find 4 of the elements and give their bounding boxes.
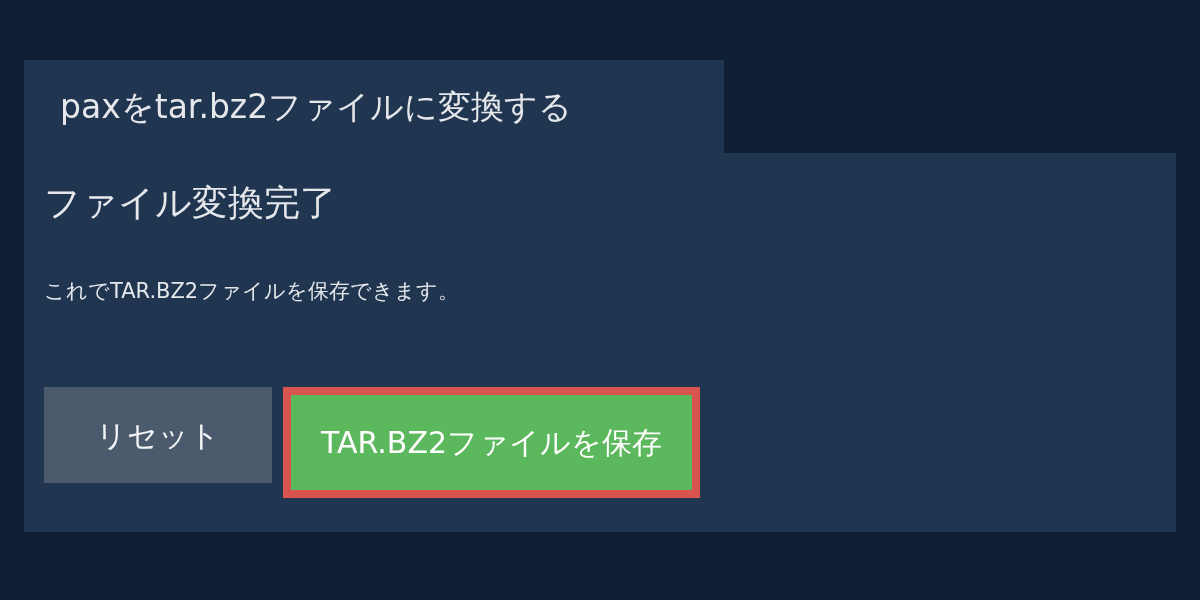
message: これでTAR.BZ2ファイルを保存できます。 <box>44 278 461 305</box>
heading: ファイル変換完了 <box>44 181 337 225</box>
tab-title: paxをtar.bz2ファイルに変換する <box>60 85 573 128</box>
reset-button[interactable]: リセット <box>44 387 272 483</box>
